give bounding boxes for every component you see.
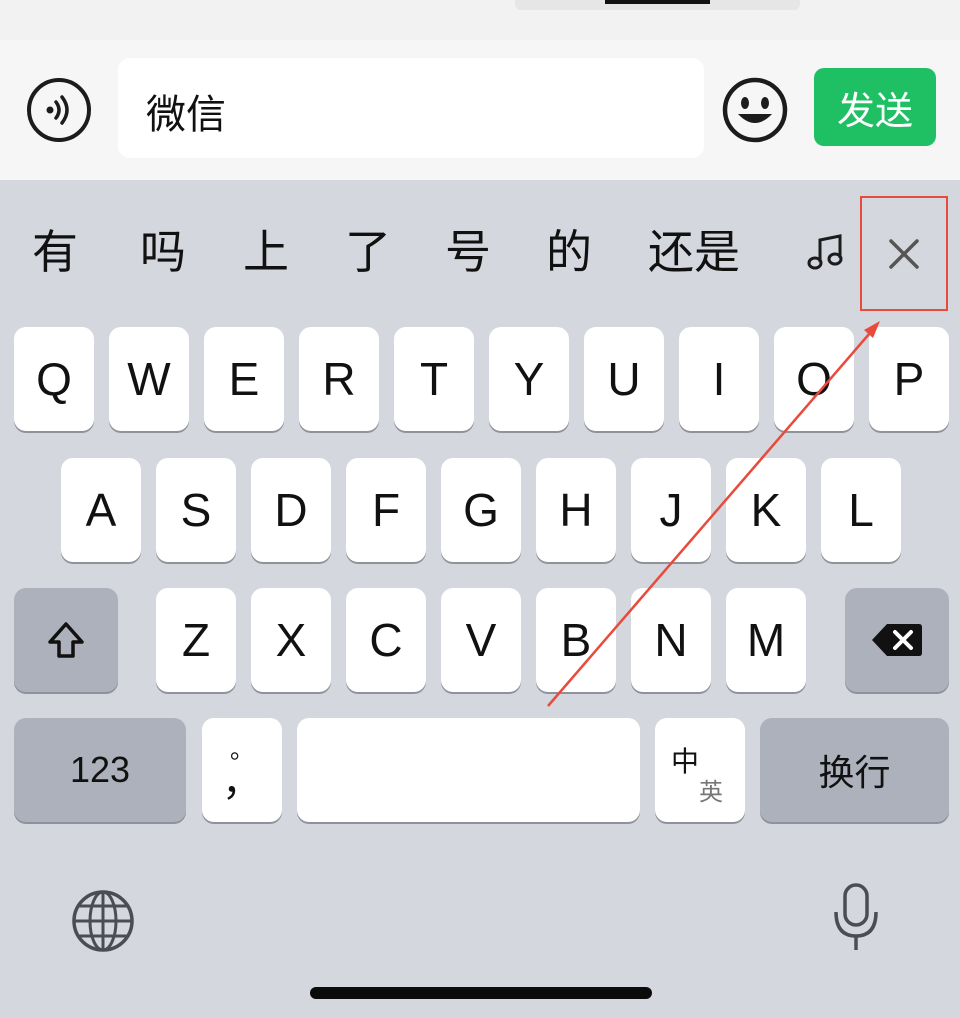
candidate-item[interactable]: 还是 <box>648 222 740 282</box>
delete-key[interactable] <box>845 588 949 692</box>
emoji-icon <box>722 77 788 143</box>
key-t[interactable]: T <box>394 327 474 431</box>
language-switch-key[interactable]: 中 英 <box>655 718 745 822</box>
candidate-item[interactable]: 有 <box>32 222 78 282</box>
key-z[interactable]: Z <box>156 588 236 692</box>
voice-icon <box>46 95 69 125</box>
globe-icon[interactable] <box>70 888 136 954</box>
key-l[interactable]: L <box>821 458 901 562</box>
voice-input-button[interactable] <box>27 78 91 142</box>
key-q[interactable]: Q <box>14 327 94 431</box>
key-a[interactable]: A <box>61 458 141 562</box>
candidate-item[interactable]: 了 <box>345 222 391 282</box>
punctuation-key[interactable]: 。 ， <box>202 718 282 822</box>
candidate-item[interactable]: 号 <box>445 222 491 282</box>
candidate-item[interactable]: 吗 <box>140 222 186 282</box>
key-y[interactable]: Y <box>489 327 569 431</box>
key-x[interactable]: X <box>251 588 331 692</box>
key-u[interactable]: U <box>584 327 664 431</box>
key-e[interactable]: E <box>204 327 284 431</box>
send-button[interactable]: 发送 <box>814 68 936 146</box>
shift-key[interactable] <box>14 588 118 692</box>
key-v[interactable]: V <box>441 588 521 692</box>
key-b[interactable]: B <box>536 588 616 692</box>
key-f[interactable]: F <box>346 458 426 562</box>
send-button-label: 发送 <box>836 88 913 133</box>
candidate-item[interactable]: 上 <box>243 222 289 282</box>
key-m[interactable]: M <box>726 588 806 692</box>
key-w[interactable]: W <box>109 327 189 431</box>
key-n[interactable]: N <box>631 588 711 692</box>
key-d[interactable]: D <box>251 458 331 562</box>
key-k[interactable]: K <box>726 458 806 562</box>
music-note-icon[interactable] <box>806 232 846 272</box>
key-g[interactable]: G <box>441 458 521 562</box>
key-c[interactable]: C <box>346 588 426 692</box>
message-input[interactable]: 微信 <box>118 58 704 158</box>
key-s[interactable]: S <box>156 458 236 562</box>
key-o[interactable]: O <box>774 327 854 431</box>
key-p[interactable]: P <box>869 327 949 431</box>
key-j[interactable]: J <box>631 458 711 562</box>
microphone-icon[interactable] <box>830 882 882 954</box>
candidate-close-button[interactable] <box>860 196 948 311</box>
home-indicator[interactable] <box>310 987 652 999</box>
shift-icon <box>48 622 84 658</box>
candidate-item[interactable]: 的 <box>546 222 592 282</box>
punct-bottom: ， <box>222 759 262 805</box>
top-peek-bar <box>605 0 710 4</box>
numbers-key[interactable]: 123 <box>14 718 186 822</box>
backspace-icon <box>872 624 922 656</box>
lang-bottom: 英 <box>699 778 723 806</box>
key-i[interactable]: I <box>679 327 759 431</box>
key-h[interactable]: H <box>536 458 616 562</box>
close-icon <box>889 238 919 269</box>
emoji-button[interactable] <box>721 76 789 144</box>
message-input-text: 微信 <box>146 92 226 138</box>
key-r[interactable]: R <box>299 327 379 431</box>
top-strip <box>0 0 960 40</box>
space-key[interactable] <box>297 718 640 822</box>
return-key[interactable]: 换行 <box>760 718 949 822</box>
lang-top: 中 <box>671 745 700 778</box>
